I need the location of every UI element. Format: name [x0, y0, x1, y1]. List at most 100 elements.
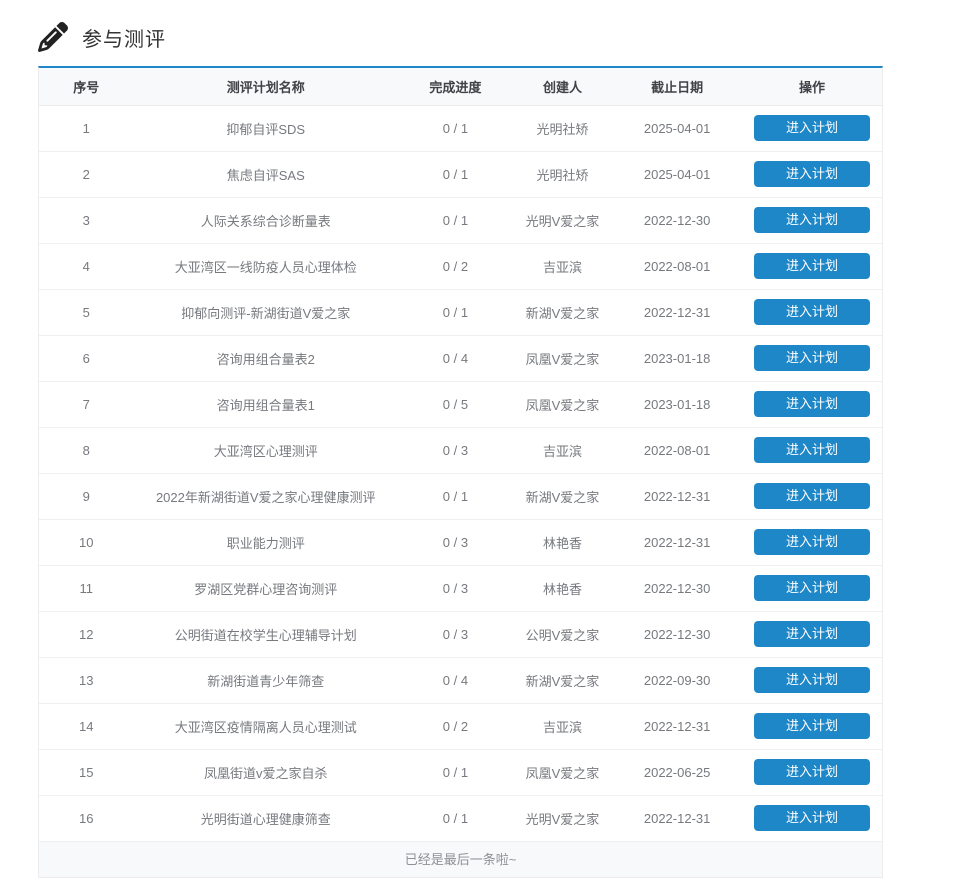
- cell-deadline: 2022-12-31: [612, 519, 743, 566]
- cell-deadline: 2022-08-01: [612, 427, 743, 474]
- cell-no: 4: [39, 243, 134, 290]
- cell-no: 9: [39, 473, 134, 520]
- cell-action: 进入计划: [742, 151, 882, 198]
- cell-deadline: 2022-08-01: [612, 243, 743, 290]
- cell-plan-name: 凤凰街道v爱之家自杀: [133, 749, 399, 796]
- cell-plan-name: 2022年新湖街道V爱之家心理健康测评: [133, 473, 399, 520]
- enter-plan-button[interactable]: 进入计划: [754, 207, 870, 233]
- cell-progress: 0 / 1: [398, 197, 513, 244]
- cell-deadline: 2022-12-31: [612, 289, 743, 336]
- cell-progress: 0 / 3: [398, 565, 513, 612]
- cell-progress: 0 / 3: [398, 519, 513, 566]
- header-no: 序号: [39, 68, 134, 106]
- enter-plan-button[interactable]: 进入计划: [754, 161, 870, 187]
- cell-no: 16: [39, 795, 134, 842]
- cell-action: 进入计划: [742, 105, 882, 152]
- cell-plan-name: 人际关系综合诊断量表: [133, 197, 399, 244]
- cell-deadline: 2022-12-31: [612, 473, 743, 520]
- table-row: 15 凤凰街道v爱之家自杀 0 / 1 凤凰V爱之家 2022-06-25 进入计划: [39, 749, 882, 796]
- enter-plan-button[interactable]: 进入计划: [754, 713, 870, 739]
- enter-plan-button[interactable]: 进入计划: [754, 483, 870, 509]
- cell-action: 进入计划: [742, 473, 882, 520]
- enter-plan-button[interactable]: 进入计划: [754, 575, 870, 601]
- cell-plan-name: 咨询用组合量表1: [133, 381, 399, 428]
- cell-creator: 林艳香: [512, 565, 613, 612]
- cell-deadline: 2022-12-31: [612, 795, 743, 842]
- enter-plan-button[interactable]: 进入计划: [754, 759, 870, 785]
- cell-progress: 0 / 3: [398, 427, 513, 474]
- cell-no: 2: [39, 151, 134, 198]
- cell-deadline: 2022-12-30: [612, 611, 743, 658]
- cell-deadline: 2022-09-30: [612, 657, 743, 704]
- cell-no: 13: [39, 657, 134, 704]
- cell-progress: 0 / 2: [398, 703, 513, 750]
- cell-creator: 光明V爱之家: [512, 197, 613, 244]
- cell-creator: 新湖V爱之家: [512, 289, 613, 336]
- cell-deadline: 2023-01-18: [612, 335, 743, 382]
- cell-creator: 新湖V爱之家: [512, 473, 613, 520]
- cell-creator: 吉亚滨: [512, 703, 613, 750]
- cell-progress: 0 / 1: [398, 151, 513, 198]
- cell-creator: 凤凰V爱之家: [512, 749, 613, 796]
- cell-no: 5: [39, 289, 134, 336]
- table-row: 8 大亚湾区心理测评 0 / 3 吉亚滨 2022-08-01 进入计划: [39, 427, 882, 474]
- header-creator: 创建人: [512, 68, 613, 106]
- cell-plan-name: 抑郁向测评-新湖街道V爱之家: [133, 289, 399, 336]
- enter-plan-button[interactable]: 进入计划: [754, 253, 870, 279]
- header-action: 操作: [742, 68, 882, 106]
- cell-plan-name: 大亚湾区一线防疫人员心理体检: [133, 243, 399, 290]
- table-row: 2 焦虑自评SAS 0 / 1 光明社矫 2025-04-01 进入计划: [39, 151, 882, 198]
- cell-no: 7: [39, 381, 134, 428]
- cell-plan-name: 职业能力测评: [133, 519, 399, 566]
- cell-creator: 光明社矫: [512, 105, 613, 152]
- cell-progress: 0 / 1: [398, 105, 513, 152]
- cell-deadline: 2025-04-01: [612, 151, 743, 198]
- table-row: 11 罗湖区党群心理咨询测评 0 / 3 林艳香 2022-12-30 进入计划: [39, 565, 882, 612]
- cell-deadline: 2022-12-30: [612, 565, 743, 612]
- cell-plan-name: 公明街道在校学生心理辅导计划: [133, 611, 399, 658]
- cell-action: 进入计划: [742, 335, 882, 382]
- cell-progress: 0 / 4: [398, 657, 513, 704]
- enter-plan-button[interactable]: 进入计划: [754, 437, 870, 463]
- table-row: 6 咨询用组合量表2 0 / 4 凤凰V爱之家 2023-01-18 进入计划: [39, 335, 882, 382]
- cell-progress: 0 / 1: [398, 473, 513, 520]
- cell-progress: 0 / 5: [398, 381, 513, 428]
- table-row: 13 新湖街道青少年筛查 0 / 4 新湖V爱之家 2022-09-30 进入计划: [39, 657, 882, 704]
- header-progress: 完成进度: [398, 68, 513, 106]
- cell-plan-name: 抑郁自评SDS: [133, 105, 399, 152]
- cell-plan-name: 大亚湾区心理测评: [133, 427, 399, 474]
- cell-creator: 凤凰V爱之家: [512, 381, 613, 428]
- cell-plan-name: 咨询用组合量表2: [133, 335, 399, 382]
- header-deadline: 截止日期: [612, 68, 743, 106]
- cell-deadline: 2025-04-01: [612, 105, 743, 152]
- cell-creator: 吉亚滨: [512, 427, 613, 474]
- cell-action: 进入计划: [742, 289, 882, 336]
- cell-creator: 新湖V爱之家: [512, 657, 613, 704]
- cell-deadline: 2022-12-31: [612, 703, 743, 750]
- table-row: 10 职业能力测评 0 / 3 林艳香 2022-12-31 进入计划: [39, 519, 882, 566]
- enter-plan-button[interactable]: 进入计划: [754, 115, 870, 141]
- cell-action: 进入计划: [742, 427, 882, 474]
- page-header: 参与测评: [38, 18, 883, 56]
- enter-plan-button[interactable]: 进入计划: [754, 621, 870, 647]
- header-name: 测评计划名称: [133, 68, 399, 106]
- cell-action: 进入计划: [742, 243, 882, 290]
- cell-progress: 0 / 1: [398, 795, 513, 842]
- cell-no: 12: [39, 611, 134, 658]
- cell-action: 进入计划: [742, 519, 882, 566]
- table-row: 3 人际关系综合诊断量表 0 / 1 光明V爱之家 2022-12-30 进入计划: [39, 197, 882, 244]
- enter-plan-button[interactable]: 进入计划: [754, 345, 870, 371]
- enter-plan-button[interactable]: 进入计划: [754, 529, 870, 555]
- enter-plan-button[interactable]: 进入计划: [754, 805, 870, 831]
- cell-progress: 0 / 1: [398, 749, 513, 796]
- table-row: 16 光明街道心理健康筛查 0 / 1 光明V爱之家 2022-12-31 进入计划: [39, 795, 882, 842]
- cell-action: 进入计划: [742, 197, 882, 244]
- cell-action: 进入计划: [742, 657, 882, 704]
- enter-plan-button[interactable]: 进入计划: [754, 299, 870, 325]
- table-row: 12 公明街道在校学生心理辅导计划 0 / 3 公明V爱之家 2022-12-30 进入计…: [39, 611, 882, 658]
- enter-plan-button[interactable]: 进入计划: [754, 667, 870, 693]
- cell-deadline: 2022-12-30: [612, 197, 743, 244]
- cell-action: 进入计划: [742, 749, 882, 796]
- enter-plan-button[interactable]: 进入计划: [754, 391, 870, 417]
- cell-deadline: 2022-06-25: [612, 749, 743, 796]
